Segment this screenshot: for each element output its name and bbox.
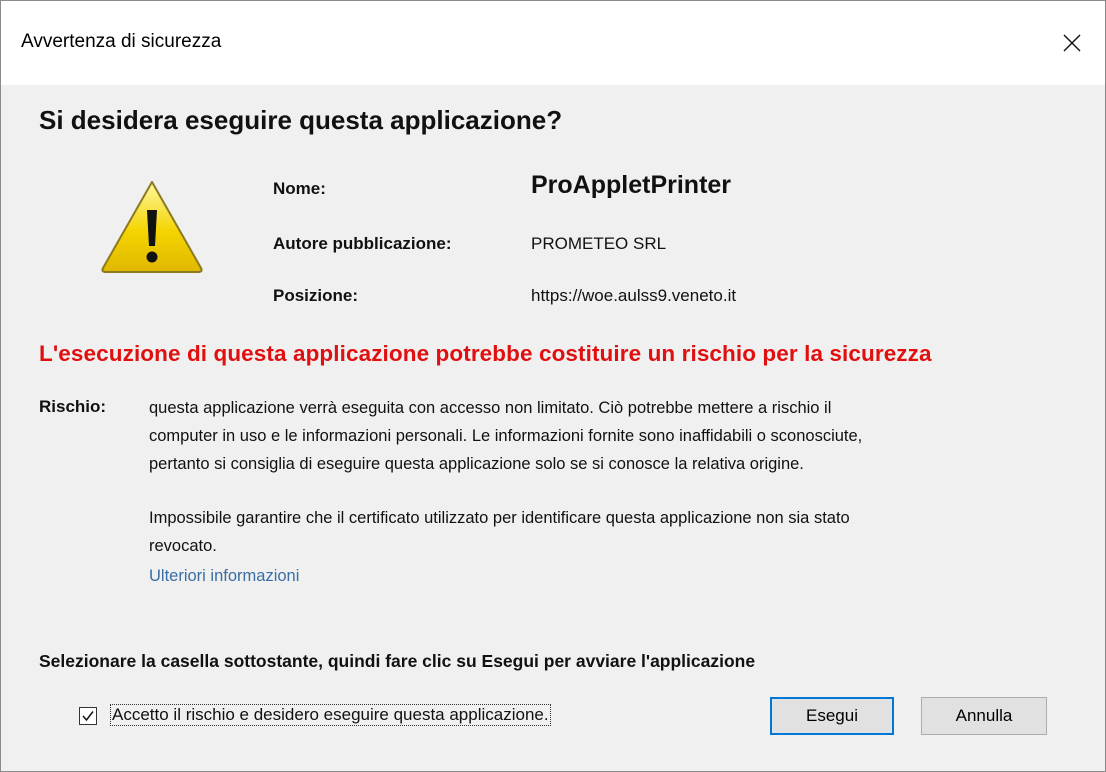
risk-line-2: computer in uso e le informazioni person…	[149, 427, 863, 445]
security-warning-dialog: Avvertenza di sicurezza Si desidera eseg…	[0, 0, 1106, 772]
instruction-text: Selezionare la casella sottostante, quin…	[39, 651, 756, 671]
risk-line-1: questa applicazione verrà eseguita con a…	[149, 399, 832, 417]
checkmark-icon	[82, 711, 94, 722]
run-button[interactable]: Esegui	[770, 697, 894, 735]
location-label: Posizione:	[273, 286, 359, 305]
close-button[interactable]	[1039, 1, 1105, 85]
location-value: https://woe.aulss9.veneto.it	[531, 286, 737, 305]
name-label: Nome:	[273, 179, 326, 198]
accept-risk-label[interactable]: Accetto il rischio e desidero eseguire q…	[110, 704, 551, 726]
window-title: Avvertenza di sicurezza	[21, 31, 222, 52]
certificate-line-2: revocato.	[149, 537, 217, 555]
close-icon	[1063, 34, 1081, 52]
application-name: ProAppletPrinter	[531, 171, 732, 199]
risk-label: Rischio:	[39, 397, 107, 416]
cancel-button[interactable]: Annulla	[921, 697, 1047, 735]
accept-risk-checkbox[interactable]	[79, 707, 97, 725]
publisher-label: Autore pubblicazione:	[273, 234, 452, 253]
risk-line-3: pertanto si consiglia di eseguire questa…	[149, 455, 804, 473]
certificate-line-1: Impossibile garantire che il certificato…	[149, 509, 850, 527]
publisher-value: PROMETEO SRL	[531, 234, 667, 253]
risk-warning-banner: L'esecuzione di questa applicazione potr…	[39, 341, 932, 366]
dialog-heading: Si desidera eseguire questa applicazione…	[39, 105, 563, 135]
warning-icon	[101, 181, 203, 273]
more-info-link[interactable]: Ulteriori informazioni	[149, 567, 299, 586]
title-bar: Avvertenza di sicurezza	[1, 1, 1105, 85]
